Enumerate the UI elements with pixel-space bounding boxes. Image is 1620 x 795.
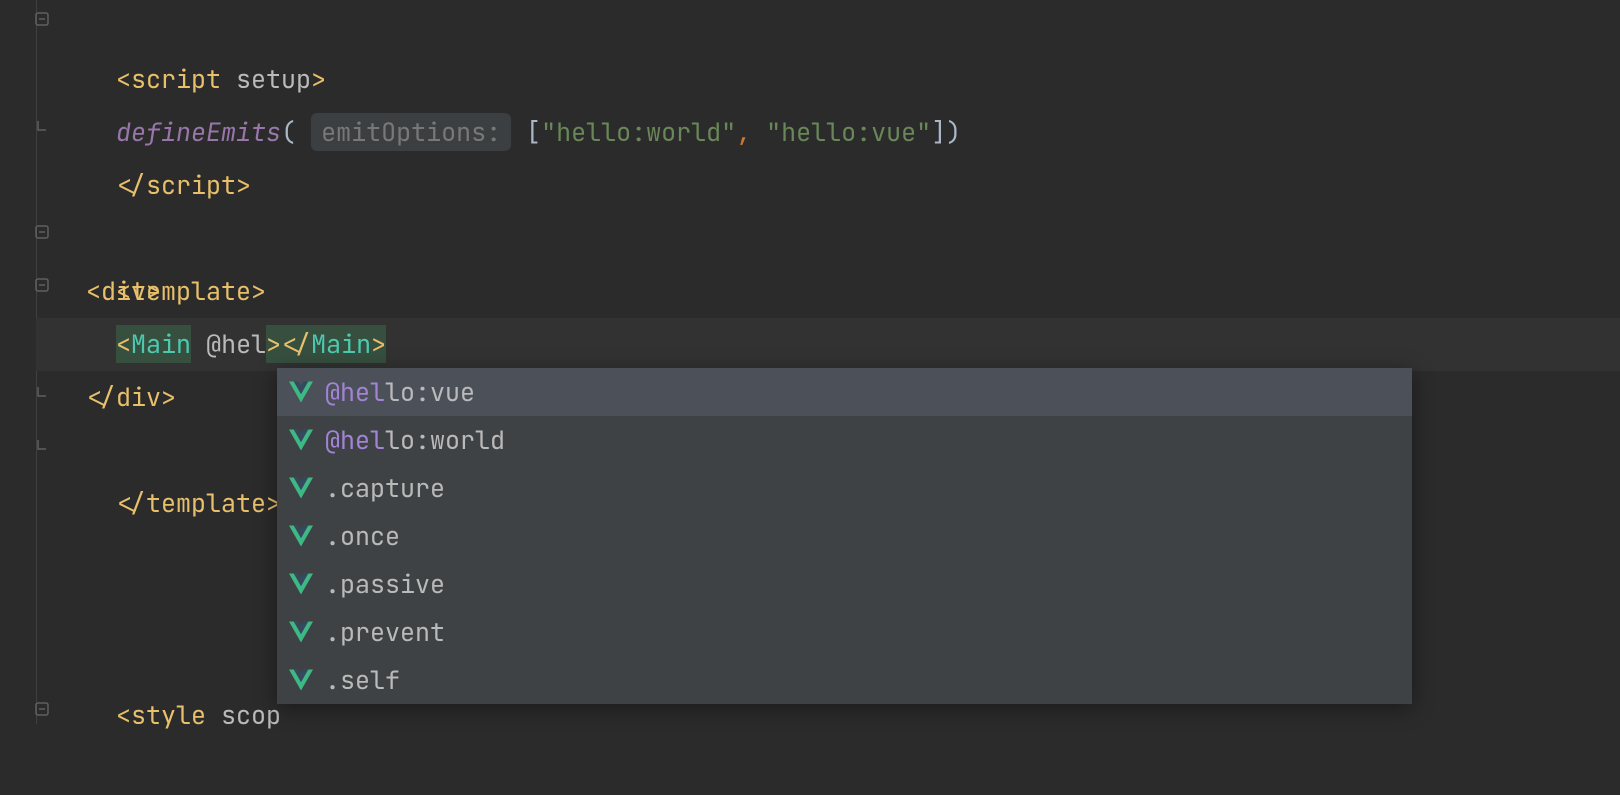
vue-icon bbox=[289, 525, 313, 547]
fold-collapse-icon[interactable] bbox=[33, 276, 51, 294]
code-line-6[interactable]: <div> bbox=[36, 265, 1620, 318]
suggestion-label: .prevent bbox=[325, 608, 445, 656]
autocomplete-item-1[interactable]: @hello:world bbox=[277, 416, 1412, 464]
autocomplete-item-4[interactable]: .passive bbox=[277, 560, 1412, 608]
autocomplete-item-2[interactable]: .capture bbox=[277, 464, 1412, 512]
fold-collapse-icon[interactable] bbox=[33, 700, 51, 718]
autocomplete-item-5[interactable]: .prevent bbox=[277, 608, 1412, 656]
autocomplete-item-6[interactable]: .self bbox=[277, 656, 1412, 704]
fold-end-icon[interactable] bbox=[33, 383, 51, 401]
fold-end-icon[interactable] bbox=[33, 117, 51, 135]
suggestion-label: .self bbox=[325, 656, 400, 704]
vue-icon bbox=[289, 669, 313, 691]
vue-icon bbox=[289, 381, 313, 403]
vue-icon bbox=[289, 429, 313, 451]
suggestion-label: @hello:vue bbox=[325, 368, 475, 416]
code-line-3[interactable]: </script> bbox=[36, 106, 1620, 159]
vue-icon bbox=[289, 477, 313, 499]
code-line-5[interactable]: <template> bbox=[36, 212, 1620, 265]
suggestion-label: @hello:world bbox=[325, 416, 505, 464]
code-line-4[interactable] bbox=[36, 159, 1620, 212]
code-line-1[interactable]: <script setup> bbox=[36, 0, 1620, 53]
suggestion-label: .capture bbox=[325, 464, 445, 512]
fold-end-icon[interactable] bbox=[33, 436, 51, 454]
fold-collapse-icon[interactable] bbox=[33, 10, 51, 28]
suggestion-label: .once bbox=[325, 512, 400, 560]
code-line-7-active[interactable]: <Main @hel></Main> bbox=[36, 318, 1620, 371]
suggestion-label: .passive bbox=[325, 560, 445, 608]
autocomplete-popup[interactable]: @hello:vue @hello:world .capture .once .… bbox=[277, 368, 1412, 704]
autocomplete-item-0[interactable]: @hello:vue bbox=[277, 368, 1412, 416]
vue-icon bbox=[289, 573, 313, 595]
autocomplete-item-3[interactable]: .once bbox=[277, 512, 1412, 560]
vue-icon bbox=[289, 621, 313, 643]
code-line-2[interactable]: defineEmits( emitOptions: ["hello:world"… bbox=[36, 53, 1620, 106]
fold-collapse-icon[interactable] bbox=[33, 223, 51, 241]
